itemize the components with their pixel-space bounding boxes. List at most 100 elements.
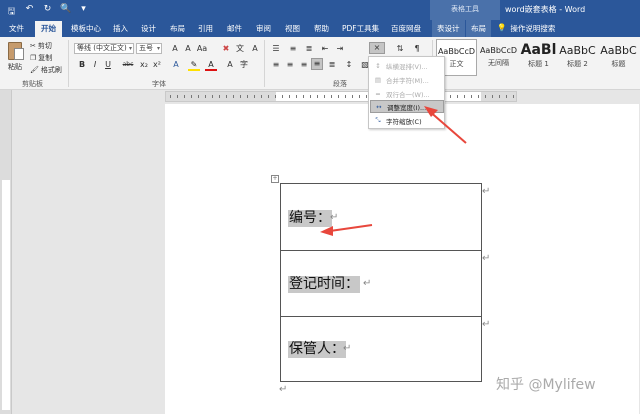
clipboard-group-label: 剪贴板 (22, 80, 43, 88)
menu-item-label: 调整宽度(I)... (387, 103, 427, 112)
ruler-tick (457, 95, 458, 98)
text-effects-icon[interactable]: A (170, 59, 182, 71)
char-border-icon[interactable]: A (249, 43, 261, 55)
chinese-layout-icon[interactable]: ⨯ (369, 42, 385, 54)
tab-template-center[interactable]: 模板中心 (71, 23, 101, 34)
sort-icon[interactable]: ⇅ (394, 43, 406, 55)
clear-format-icon[interactable]: ✖ (220, 43, 232, 55)
scissors-icon: ✂ (30, 42, 36, 50)
ruler-tick (499, 95, 500, 98)
menu-item-adjust-width[interactable]: ↔ 调整宽度(I)... (370, 100, 444, 113)
tell-me-search[interactable]: 💡 操作说明搜索 (497, 23, 555, 34)
tab-references[interactable]: 引用 (198, 23, 213, 34)
ruler-tick (352, 95, 353, 98)
decrease-indent-icon[interactable]: ⇤ (319, 43, 331, 55)
style-heading-2[interactable]: AaBbC 标题 2 (557, 39, 598, 76)
ruler-tick (289, 95, 290, 98)
subscript-button[interactable]: x₂ (138, 59, 150, 71)
shrink-font-icon[interactable]: A (182, 43, 194, 55)
style-no-spacing[interactable]: AaBbCcD 无间隔 (478, 39, 519, 76)
phonetic-guide-icon[interactable]: 文 (234, 43, 246, 55)
table-row[interactable]: 编号： ↵ (281, 184, 481, 251)
menu-item-label: 合并字符(M)... (386, 76, 429, 85)
multilevel-list-icon[interactable]: ≣ (303, 43, 315, 55)
table-move-handle-icon[interactable]: + (271, 175, 279, 183)
group-divider (264, 40, 265, 87)
end-of-row-mark: ↵ (482, 186, 491, 197)
cut-label: 剪切 (37, 42, 52, 50)
tab-home[interactable]: 开始 (35, 21, 62, 37)
menu-item-vertical-mix[interactable]: ↕ 纵横混排(V)... (370, 59, 444, 72)
paste-icon[interactable] (8, 42, 24, 60)
menu-item-two-lines-in-one[interactable]: ═ 双行合一(W)... (370, 87, 444, 100)
highlight-color-icon[interactable]: ✎ (188, 59, 200, 71)
tab-file[interactable]: 文件 (9, 23, 24, 34)
tab-help[interactable]: 帮助 (314, 23, 329, 34)
change-case-icon[interactable]: Aa (196, 43, 208, 55)
menu-item-char-scale[interactable]: ⤡ 字符缩放(C) (370, 114, 444, 127)
print-preview-icon[interactable]: 🔍 (60, 4, 71, 20)
format-painter-button[interactable]: 🖌 格式刷 (30, 65, 62, 75)
save-icon[interactable]: 🖫 (6, 4, 17, 20)
tab-design[interactable]: 设计 (141, 23, 156, 34)
char-shading-icon[interactable]: A (224, 59, 236, 71)
tab-view[interactable]: 视图 (285, 23, 300, 34)
table-row[interactable]: 保管人： ↵ (281, 317, 481, 382)
grow-font-icon[interactable]: A (169, 43, 181, 55)
ribbon-tab-row: 文件 开始 模板中心 插入 设计 布局 引用 邮件 审阅 视图 帮助 PDF工具… (0, 20, 640, 37)
bold-button[interactable]: B (76, 59, 88, 71)
ruler-tick (492, 95, 493, 98)
ruler-tick (212, 95, 213, 98)
tab-pdf-tools[interactable]: PDF工具集 (342, 23, 379, 34)
align-left-icon[interactable]: ≡ (270, 59, 282, 71)
style-heading-1[interactable]: AaBl 标题 1 (518, 39, 559, 76)
redo-icon[interactable]: ↻ (42, 4, 53, 20)
copy-label: 复制 (38, 54, 53, 62)
style-title[interactable]: AaBbC 标题 (598, 39, 639, 76)
tab-table-layout[interactable]: 布局 (466, 20, 491, 37)
tab-table-design[interactable]: 表设计 (432, 20, 465, 37)
align-right-icon[interactable]: ≡ (298, 59, 310, 71)
watermark: 知乎 @Mylifew (496, 377, 596, 393)
customize-icon[interactable]: ▾ (78, 4, 89, 20)
row-label-register-time: 登记时间： (288, 276, 360, 293)
bullets-icon[interactable]: ☰ (270, 43, 282, 55)
font-name-value: 等线 (中文正文) (77, 44, 127, 52)
menu-item-label: 字符缩放(C) (386, 117, 422, 126)
distributed-icon[interactable]: ≣ (326, 59, 338, 71)
line-spacing-icon[interactable]: ↕ (343, 59, 355, 71)
tab-mailings[interactable]: 邮件 (227, 23, 242, 34)
ruler-tick (205, 95, 206, 98)
strikethrough-button[interactable]: abc (122, 59, 134, 71)
italic-button[interactable]: I (89, 59, 101, 71)
increase-indent-icon[interactable]: ⇥ (334, 43, 346, 55)
font-color-icon[interactable]: A (205, 59, 217, 71)
ruler-tick (219, 95, 220, 98)
show-marks-icon[interactable]: ¶ (411, 43, 423, 55)
justify-icon[interactable]: ≡ (311, 58, 323, 70)
horizontal-ruler[interactable] (165, 91, 517, 102)
font-size-combo[interactable]: 五号 ▾ (136, 43, 162, 54)
paste-button-label[interactable]: 粘贴 (8, 62, 22, 72)
paragraph-group-label: 段落 (333, 80, 347, 88)
ruler-tick (310, 95, 311, 98)
cut-button[interactable]: ✂ 剪切 (30, 41, 52, 51)
font-name-combo[interactable]: 等线 (中文正文) ▾ (74, 43, 134, 54)
ruler-tick (261, 95, 262, 98)
menu-item-label: 双行合一(W)... (386, 90, 430, 99)
numbering-icon[interactable]: ≡ (287, 43, 299, 55)
superscript-button[interactable]: x² (151, 59, 163, 71)
menu-item-combine-chars[interactable]: ▤ 合并字符(M)... (370, 73, 444, 86)
align-center-icon[interactable]: ≡ (284, 59, 296, 71)
table-row[interactable]: 登记时间： ↵ (281, 251, 481, 317)
tab-layout[interactable]: 布局 (170, 23, 185, 34)
enclose-char-icon[interactable]: 字 (238, 59, 250, 71)
tab-review[interactable]: 审阅 (256, 23, 271, 34)
ruler-tick (450, 95, 451, 98)
tab-baidu-netdisk[interactable]: 百度网盘 (391, 23, 421, 34)
tab-insert[interactable]: 插入 (113, 23, 128, 34)
ruler-margin-left (166, 92, 276, 101)
undo-icon[interactable]: ↶ (24, 4, 35, 20)
copy-button[interactable]: ❐ 复制 (30, 53, 52, 63)
underline-button[interactable]: U (102, 59, 114, 71)
